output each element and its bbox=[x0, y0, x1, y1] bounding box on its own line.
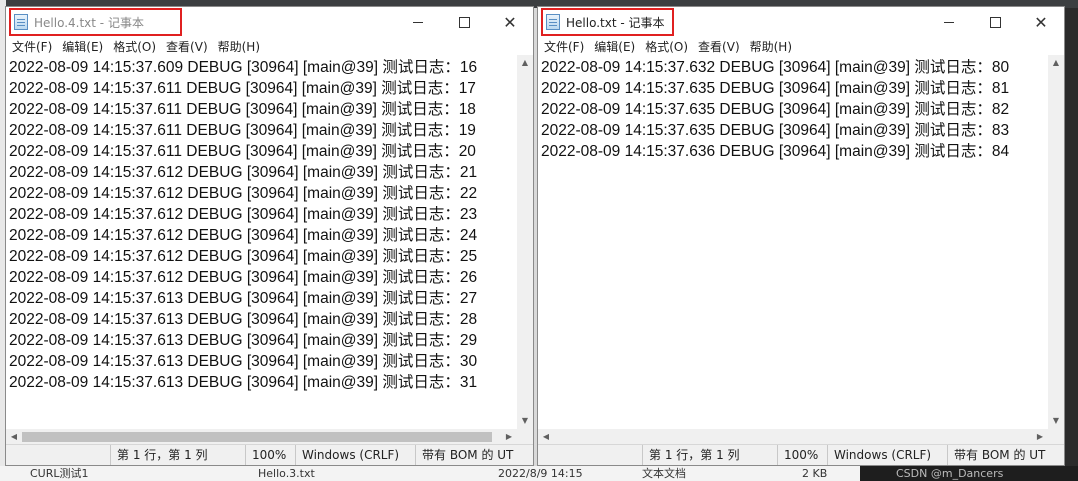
text-line: 2022-08-09 14:15:37.613 DEBUG [30964] [m… bbox=[9, 353, 478, 370]
scroll-down-icon[interactable]: ▼ bbox=[1048, 413, 1064, 429]
status-zoom: 100% bbox=[245, 445, 295, 465]
bottom-file-size: 2 KB bbox=[802, 467, 828, 480]
maximize-icon[interactable] bbox=[972, 7, 1018, 37]
horizontal-scrollbar[interactable]: ◀ ▶ bbox=[538, 429, 1048, 445]
background-dark-panel: CSDN @m_Dancers bbox=[860, 466, 1078, 481]
text-line: 2022-08-09 14:15:37.635 DEBUG [30964] [m… bbox=[541, 101, 1010, 118]
menu-file[interactable]: 文件(F) bbox=[538, 38, 589, 55]
text-line: 2022-08-09 14:15:37.612 DEBUG [30964] [m… bbox=[9, 248, 478, 265]
vertical-scrollbar[interactable]: ▲ ▼ bbox=[517, 55, 533, 429]
scrollbar-corner bbox=[1048, 429, 1064, 445]
scroll-right-icon[interactable]: ▶ bbox=[501, 429, 517, 445]
status-zoom: 100% bbox=[777, 445, 827, 465]
scroll-up-icon[interactable]: ▲ bbox=[517, 55, 533, 71]
scroll-left-icon[interactable]: ◀ bbox=[538, 429, 554, 445]
status-encoding: 带有 BOM 的 UT bbox=[947, 445, 1064, 465]
text-line: 2022-08-09 14:15:37.635 DEBUG [30964] [m… bbox=[541, 80, 1010, 97]
scroll-right-icon[interactable]: ▶ bbox=[1032, 429, 1048, 445]
title-highlight-box bbox=[541, 8, 674, 36]
text-line: 2022-08-09 14:15:37.612 DEBUG [30964] [m… bbox=[9, 185, 478, 202]
menu-format[interactable]: 格式(O) bbox=[108, 38, 161, 55]
menu-edit[interactable]: 编辑(E) bbox=[57, 38, 108, 55]
menu-help[interactable]: 帮助(H) bbox=[745, 38, 797, 55]
menu-file[interactable]: 文件(F) bbox=[6, 38, 57, 55]
text-line: 2022-08-09 14:15:37.611 DEBUG [30964] [m… bbox=[9, 122, 476, 139]
status-line-ending: Windows (CRLF) bbox=[827, 445, 947, 465]
minimize-icon[interactable] bbox=[395, 7, 441, 37]
scroll-up-icon[interactable]: ▲ bbox=[1048, 55, 1064, 71]
text-line: 2022-08-09 14:15:37.613 DEBUG [30964] [m… bbox=[9, 290, 478, 307]
text-line: 2022-08-09 14:15:37.613 DEBUG [30964] [m… bbox=[9, 374, 478, 391]
text-line: 2022-08-09 14:15:37.613 DEBUG [30964] [m… bbox=[9, 311, 478, 328]
status-position: 第 1 行，第 1 列 bbox=[642, 445, 774, 465]
menu-bar: 文件(F) 编辑(E) 格式(O) 查看(V) 帮助(H) bbox=[6, 37, 533, 55]
scroll-down-icon[interactable]: ▼ bbox=[517, 413, 533, 429]
text-line: 2022-08-09 14:15:37.636 DEBUG [30964] [m… bbox=[541, 143, 1010, 160]
notepad-window-hello4[interactable]: Hello.4.txt - 记事本 ✕ 文件(F) 编辑(E) 格式(O) 查看… bbox=[5, 6, 534, 466]
bottom-file-type: 文本文档 bbox=[642, 467, 686, 480]
menu-edit[interactable]: 编辑(E) bbox=[589, 38, 640, 55]
notepad-window-hello[interactable]: Hello.txt - 记事本 ✕ 文件(F) 编辑(E) 格式(O) 查看(V… bbox=[537, 6, 1065, 466]
menu-view[interactable]: 查看(V) bbox=[693, 38, 745, 55]
text-line: 2022-08-09 14:15:37.611 DEBUG [30964] [m… bbox=[9, 80, 476, 97]
status-position: 第 1 行，第 1 列 bbox=[110, 445, 242, 465]
close-icon[interactable]: ✕ bbox=[1018, 7, 1064, 37]
horizontal-scroll-thumb[interactable] bbox=[22, 432, 492, 442]
bottom-left-label: CURL测试1 bbox=[30, 467, 89, 480]
horizontal-scrollbar[interactable]: ◀ ▶ bbox=[6, 429, 517, 445]
text-line: 2022-08-09 14:15:37.611 DEBUG [30964] [m… bbox=[9, 101, 476, 118]
title-bar[interactable]: Hello.txt - 记事本 ✕ bbox=[538, 7, 1064, 37]
text-line: 2022-08-09 14:15:37.612 DEBUG [30964] [m… bbox=[9, 206, 478, 223]
scrollbar-corner bbox=[517, 429, 533, 445]
text-line: 2022-08-09 14:15:37.612 DEBUG [30964] [m… bbox=[9, 164, 478, 181]
text-line: 2022-08-09 14:15:37.609 DEBUG [30964] [m… bbox=[9, 59, 478, 76]
text-line: 2022-08-09 14:15:37.611 DEBUG [30964] [m… bbox=[9, 143, 476, 160]
vertical-scrollbar[interactable]: ▲ ▼ bbox=[1048, 55, 1064, 429]
bottom-file-name[interactable]: Hello.3.txt bbox=[258, 466, 315, 481]
menu-format[interactable]: 格式(O) bbox=[640, 38, 693, 55]
close-icon[interactable]: ✕ bbox=[487, 7, 533, 37]
status-line-ending: Windows (CRLF) bbox=[295, 445, 415, 465]
watermark: CSDN @m_Dancers bbox=[896, 467, 1004, 480]
text-line: 2022-08-09 14:15:37.612 DEBUG [30964] [m… bbox=[9, 227, 478, 244]
text-editor[interactable]: 2022-08-09 14:15:37.609 DEBUG [30964] [m… bbox=[6, 55, 517, 429]
maximize-icon[interactable] bbox=[441, 7, 487, 37]
status-bar: 第 1 行，第 1 列 100% Windows (CRLF) 带有 BOM 的… bbox=[538, 444, 1064, 465]
status-bar: 第 1 行，第 1 列 100% Windows (CRLF) 带有 BOM 的… bbox=[6, 444, 533, 465]
text-line: 2022-08-09 14:15:37.635 DEBUG [30964] [m… bbox=[541, 122, 1010, 139]
title-bar[interactable]: Hello.4.txt - 记事本 ✕ bbox=[6, 7, 533, 37]
minimize-icon[interactable] bbox=[926, 7, 972, 37]
title-highlight-box bbox=[9, 8, 182, 36]
text-line: 2022-08-09 14:15:37.613 DEBUG [30964] [m… bbox=[9, 332, 478, 349]
text-editor[interactable]: 2022-08-09 14:15:37.632 DEBUG [30964] [m… bbox=[538, 55, 1048, 429]
bottom-file-date: 2022/8/9 14:15 bbox=[498, 467, 583, 480]
text-line: 2022-08-09 14:15:37.632 DEBUG [30964] [m… bbox=[541, 59, 1010, 76]
menu-help[interactable]: 帮助(H) bbox=[213, 38, 265, 55]
menu-bar: 文件(F) 编辑(E) 格式(O) 查看(V) 帮助(H) bbox=[538, 37, 1064, 55]
text-line: 2022-08-09 14:15:37.612 DEBUG [30964] [m… bbox=[9, 269, 478, 286]
status-encoding: 带有 BOM 的 UT bbox=[415, 445, 533, 465]
menu-view[interactable]: 查看(V) bbox=[161, 38, 213, 55]
scroll-left-icon[interactable]: ◀ bbox=[6, 429, 22, 445]
